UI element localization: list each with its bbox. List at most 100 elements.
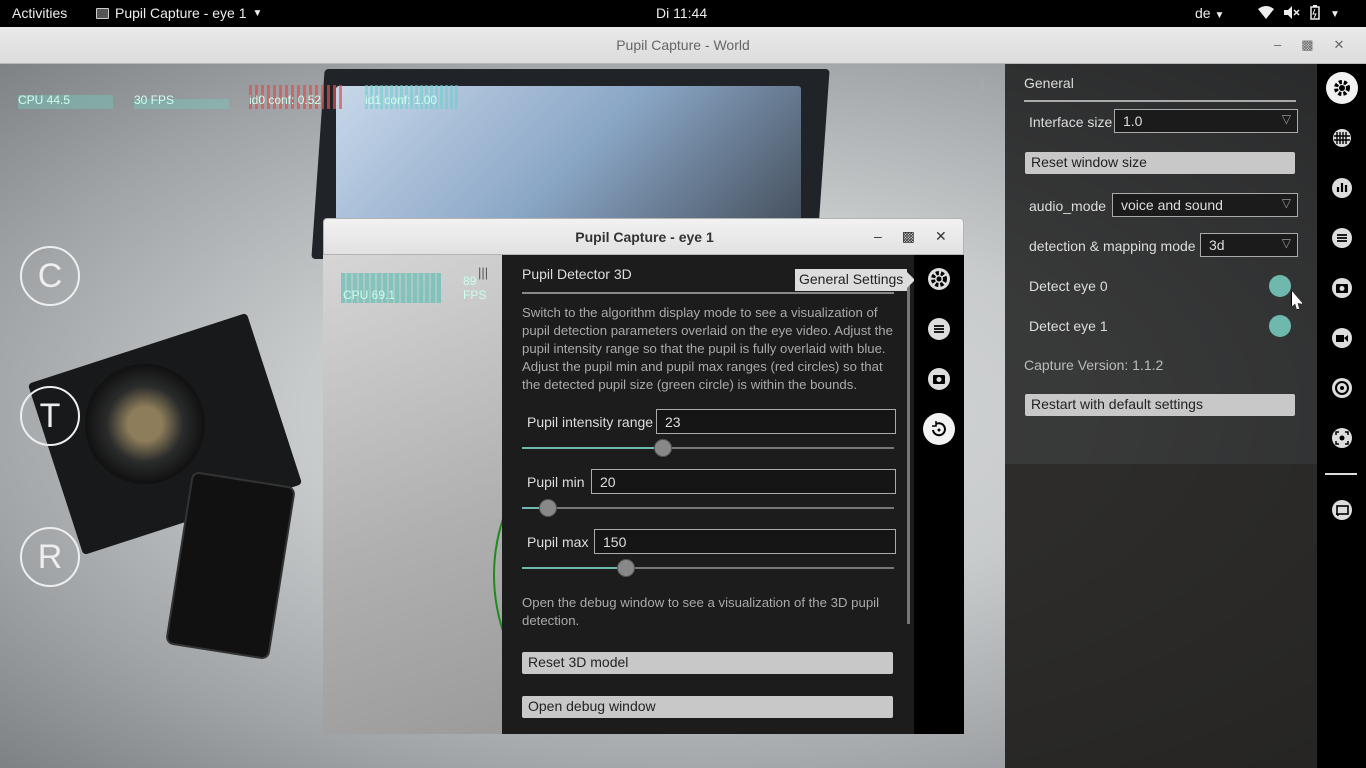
pupil-min-field[interactable]: 20 (591, 469, 896, 494)
panel-title: General (1024, 75, 1074, 91)
cpu-label: CPU 44.5 (18, 93, 71, 107)
restart-default-settings-button[interactable]: Restart with default settings (1025, 394, 1295, 416)
fps-graph: 30 FPS (134, 85, 229, 113)
calibration-grid-icon[interactable] (1326, 122, 1358, 154)
capture-version: Capture Version: 1.1.2 (1024, 357, 1164, 373)
divider (1325, 473, 1357, 475)
detection-mode-value: 3d (1209, 237, 1225, 253)
panel-drag-handle[interactable]: ||| (478, 265, 488, 280)
interface-size-label: Interface size (1029, 114, 1113, 130)
reset-3d-model-button[interactable]: Reset 3D model (522, 652, 893, 674)
calibrate-button[interactable]: C (20, 246, 80, 306)
chevron-down-icon: ▼ (1330, 8, 1340, 20)
id0-confidence-graph: id0 conf: 0.52 (249, 85, 344, 113)
3d-detector-icon[interactable] (923, 413, 955, 445)
open-debug-window-button[interactable]: Open debug window (522, 696, 893, 718)
pupil-detector-panel: Pupil Detector 3D Switch to the algorith… (502, 255, 914, 734)
wifi-icon (1258, 6, 1274, 22)
id1-confidence-graph: id1 conf: 1.00 (365, 85, 460, 113)
pupil-min-slider[interactable] (522, 499, 894, 517)
slider-handle[interactable] (654, 439, 673, 457)
pupil-max-field[interactable]: 150 (594, 529, 896, 554)
gear-icon[interactable] (923, 263, 955, 295)
intensity-range-label: Pupil intensity range (527, 414, 654, 430)
intensity-range-slider[interactable] (522, 439, 894, 457)
record-button[interactable]: R (20, 527, 80, 587)
divider (1024, 100, 1296, 102)
eye-window: Pupil Capture - eye 1 – ▩ ✕ CPU 69.1 89 … (323, 218, 964, 734)
detection-mode-label: detection & mapping mode (1029, 238, 1196, 254)
detect-eye0-label: Detect eye 0 (1029, 278, 1108, 294)
audio-mode-value: voice and sound (1121, 197, 1223, 213)
intensity-range-field[interactable]: 23 (656, 409, 896, 434)
eye-window-title: Pupil Capture - eye 1 (575, 229, 714, 245)
battery-icon (1310, 5, 1320, 23)
audio-mode-label: audio_mode (1029, 198, 1107, 214)
gnome-top-bar: Activities Pupil Capture - eye 1 ▼ Di 11… (0, 0, 1366, 27)
maximize-icon[interactable]: ▩ (1301, 37, 1313, 53)
interface-size-select[interactable]: 1.0 ▽ (1114, 109, 1298, 133)
general-settings-tooltip: General Settings (795, 269, 916, 291)
system-tray[interactable]: ▼ (1258, 5, 1340, 23)
target-icon[interactable] (1326, 372, 1358, 404)
camera-icon[interactable] (923, 363, 955, 395)
detect-eye0-toggle[interactable] (1269, 275, 1291, 297)
chevron-down-icon: ▼ (252, 7, 263, 19)
minimize-icon[interactable]: – (874, 228, 882, 245)
window-icon (96, 7, 109, 19)
world-window-title: Pupil Capture - World (616, 37, 750, 53)
maximize-icon[interactable]: ▩ (902, 228, 915, 245)
gear-icon[interactable] (1326, 72, 1358, 104)
chevron-down-icon: ▽ (1281, 236, 1291, 250)
pupil-min-label: Pupil min (527, 474, 585, 490)
clock[interactable]: Di 11:44 (656, 5, 707, 21)
pupil-max-slider[interactable] (522, 559, 894, 577)
panel-drag-handle[interactable]: ||| (979, 76, 985, 91)
interface-size-value: 1.0 (1123, 113, 1143, 129)
panel-title: Pupil Detector 3D (522, 266, 632, 282)
detector-instructions: Switch to the algorithm display mode to … (522, 305, 893, 392)
world-window-controls: – ▩ ✕ (1274, 37, 1344, 53)
minimize-icon[interactable]: – (1274, 37, 1281, 53)
close-icon[interactable]: ✕ (1334, 37, 1345, 53)
list-icon[interactable] (923, 313, 955, 345)
detect-eye1-toggle[interactable] (1269, 315, 1291, 337)
video-camera-icon[interactable] (1326, 322, 1358, 354)
eye-plugin-iconbar (914, 255, 964, 734)
eye-cpu-graph: CPU 69.1 (341, 273, 441, 303)
chevron-down-icon: ▼ (1214, 10, 1225, 21)
language-menu[interactable]: de ▼ (1195, 5, 1224, 21)
tooltip-label: General Settings (799, 271, 904, 287)
chevron-down-icon: ▽ (1281, 196, 1291, 210)
app-menu[interactable]: Pupil Capture - eye 1 ▼ (96, 5, 262, 21)
chevron-down-icon: ▽ (1281, 112, 1291, 126)
debug-window-hint: Open the debug window to see a visualiza… (522, 595, 880, 628)
fps-label: 30 FPS (134, 93, 175, 107)
eye-window-controls: – ▩ ✕ (874, 228, 947, 245)
list-icon[interactable] (1326, 222, 1358, 254)
reset-window-size-button[interactable]: Reset window size (1025, 152, 1295, 174)
general-settings-panel: General Interface size 1.0 ▽ Reset windo… (1005, 64, 1317, 768)
panel-scrollbar[interactable] (907, 279, 910, 624)
slider-handle[interactable] (617, 559, 636, 577)
cast-icon[interactable] (1326, 494, 1358, 526)
id1-confidence-label: id1 conf: 1.00 (365, 93, 438, 107)
audio-mode-select[interactable]: voice and sound ▽ (1112, 193, 1298, 217)
scene-ring (85, 364, 205, 484)
eye-window-titlebar[interactable]: Pupil Capture - eye 1 – ▩ ✕ (323, 218, 964, 255)
volume-muted-icon (1284, 6, 1300, 22)
focus-icon[interactable] (1326, 422, 1358, 454)
detect-eye1-label: Detect eye 1 (1029, 318, 1108, 334)
world-window-titlebar[interactable]: Pupil Capture - World – ▩ ✕ (0, 27, 1366, 64)
bar-chart-icon[interactable] (1326, 172, 1358, 204)
cpu-graph: CPU 44.5 (18, 85, 113, 113)
activities-button[interactable]: Activities (12, 5, 67, 21)
detection-mode-select[interactable]: 3d ▽ (1200, 233, 1298, 257)
slider-handle[interactable] (539, 499, 558, 517)
eye-cpu-label: CPU 69.1 (343, 288, 396, 302)
world-plugin-iconbar (1317, 64, 1366, 768)
camera-icon[interactable] (1326, 272, 1358, 304)
test-button[interactable]: T (20, 386, 80, 446)
divider (522, 292, 894, 294)
close-icon[interactable]: ✕ (935, 228, 947, 245)
